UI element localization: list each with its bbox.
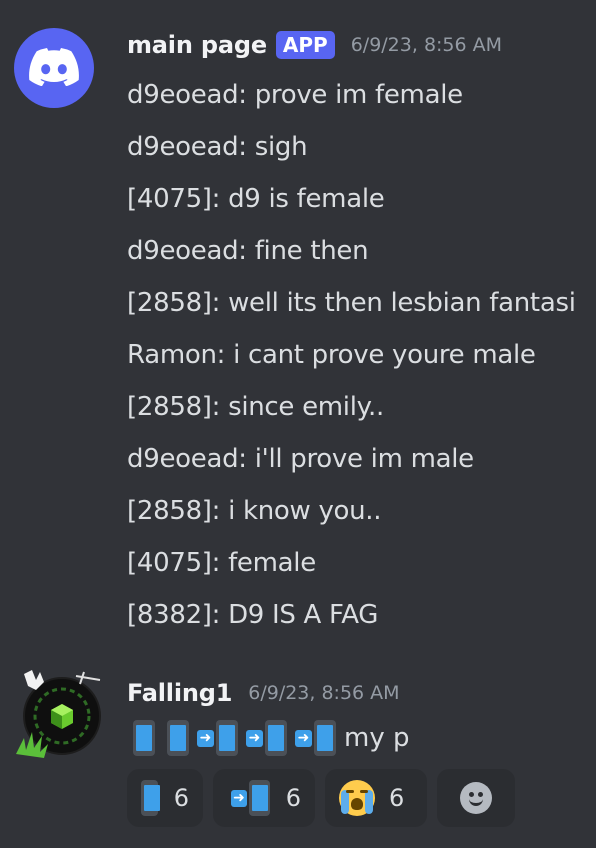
message-line: [4075]: female (127, 548, 316, 578)
mobile-phone-icon (249, 780, 270, 816)
message-content: ➜ ➜ ➜ my p (133, 718, 409, 758)
reaction-loudly-crying[interactable]: 6 (325, 769, 427, 827)
arrow-right-icon: ➜ (197, 729, 214, 747)
reaction-count: 6 (389, 784, 405, 812)
message-line: d9eoead: fine then (127, 236, 369, 266)
discord-avatar[interactable] (14, 28, 94, 108)
message-header: Falling1 6/9/23, 8:56 AM (127, 675, 400, 711)
avatar-art-icon (16, 670, 101, 758)
message-line: [2858]: i know you.. (127, 496, 382, 526)
arrow-right-icon: ➜ (246, 729, 263, 747)
message-trailing-text: my p (344, 723, 410, 753)
mobile-phone-icon (167, 720, 189, 756)
username[interactable]: Falling1 (127, 679, 232, 707)
reaction-count: 6 (285, 784, 301, 812)
mobile-phone-icon (265, 720, 287, 756)
message-line: [2858]: since emily.. (127, 392, 384, 422)
arrow-right-icon: ➜ (231, 789, 247, 807)
message-content: d9eoead: prove im female d9eoead: sigh [… (127, 69, 576, 641)
timestamp: 6/9/23, 8:56 AM (248, 682, 400, 704)
reaction-count: 6 (173, 784, 189, 812)
message-header: main page APP 6/9/23, 8:56 AM (127, 27, 502, 63)
add-reaction-button[interactable] (437, 769, 515, 827)
message-line: d9eoead: sigh (127, 132, 308, 162)
message-line: d9eoead: i'll prove im male (127, 444, 474, 474)
loudly-crying-face-icon (339, 780, 375, 816)
username[interactable]: main page (127, 31, 267, 59)
reaction-bar: 6 ➜ 6 6 (127, 769, 515, 827)
message-line: [8382]: D9 IS A FAG (127, 600, 379, 630)
message-line: [4075]: d9 is female (127, 184, 385, 214)
reaction-mobile-phone-arrow[interactable]: ➜ 6 (213, 769, 315, 827)
discord-logo-icon (29, 48, 79, 86)
falling1-avatar[interactable] (14, 668, 101, 758)
mobile-phone-icon (314, 720, 336, 756)
smiley-icon (460, 782, 492, 814)
reaction-mobile-phone[interactable]: 6 (127, 769, 203, 827)
app-badge: APP (275, 31, 335, 59)
arrow-right-icon: ➜ (295, 729, 312, 747)
message-line: [2858]: well its then lesbian fantasi (127, 288, 576, 318)
timestamp: 6/9/23, 8:56 AM (350, 34, 503, 56)
mobile-phone-icon (216, 720, 238, 756)
message-line: d9eoead: prove im female (127, 80, 463, 110)
mobile-phone-icon (141, 780, 160, 816)
message-line: Ramon: i cant prove youre male (127, 340, 536, 370)
mobile-phone-icon (133, 720, 155, 756)
